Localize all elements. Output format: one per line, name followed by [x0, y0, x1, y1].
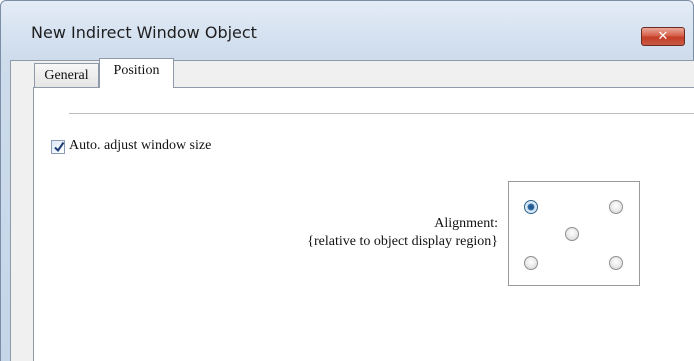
checkmark-icon [54, 141, 65, 153]
tab-position-label: Position [113, 63, 160, 78]
alignment-label-note: {relative to object display region} [307, 234, 498, 249]
tab-position[interactable]: Position [99, 58, 174, 88]
alignment-label: Alignment: {relative to object display r… [250, 215, 498, 251]
auto-adjust-label[interactable]: Auto. adjust window size [69, 138, 211, 154]
separator-line [69, 113, 694, 114]
window-title: New Indirect Window Object [31, 23, 257, 42]
alignment-selector [508, 181, 640, 286]
tab-general-label: General [44, 68, 89, 83]
alignment-radio-center[interactable] [565, 227, 579, 241]
alignment-radio-bottom-right[interactable] [609, 256, 623, 270]
auto-adjust-checkbox[interactable] [51, 140, 65, 154]
close-icon: ✕ [657, 29, 669, 44]
tab-general[interactable]: General [34, 63, 99, 89]
alignment-radio-top-right[interactable] [609, 200, 623, 214]
alignment-radio-top-left[interactable] [524, 200, 538, 214]
close-button[interactable]: ✕ [641, 27, 685, 46]
alignment-label-title: Alignment: [434, 216, 498, 231]
title-bar[interactable]: New Indirect Window Object ✕ [1, 1, 693, 46]
alignment-radio-bottom-left[interactable] [524, 256, 538, 270]
